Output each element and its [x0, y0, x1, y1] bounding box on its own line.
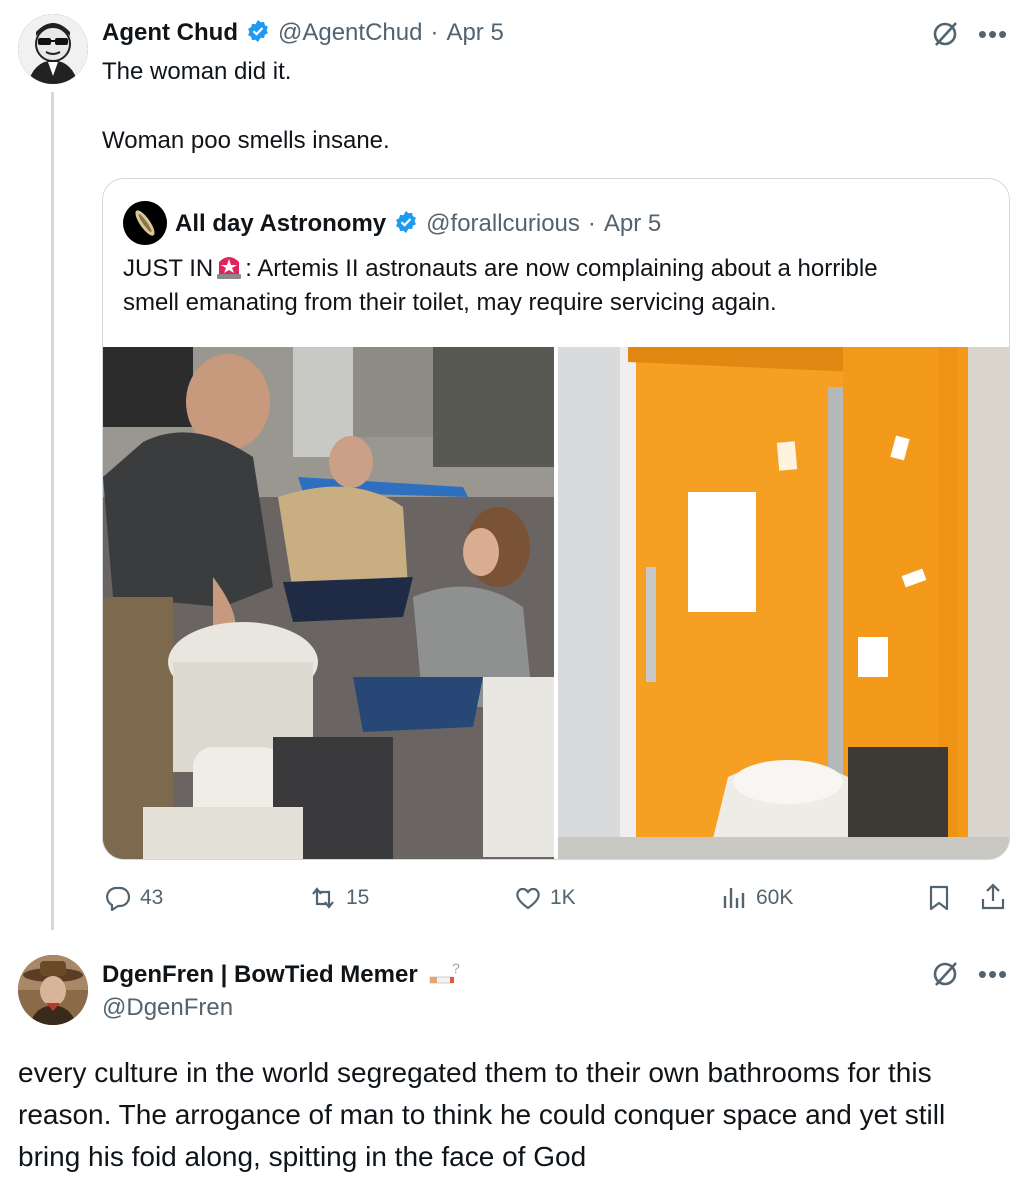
- quoted-tweet-card[interactable]: All day Astronomy @forallcurious · Apr 5…: [102, 178, 1010, 860]
- like-button[interactable]: 1K: [514, 882, 576, 914]
- quoted-text-line2: smell emanating from their toilet, may r…: [123, 289, 777, 316]
- verified-badge-icon: [246, 19, 270, 48]
- repost-button[interactable]: 15: [308, 882, 369, 914]
- quoted-author-handle: @forallcurious: [426, 210, 580, 237]
- author-handle[interactable]: @AgentChud: [278, 19, 422, 47]
- author-avatar[interactable]: [18, 14, 88, 84]
- reply-button[interactable]: 43: [104, 882, 163, 914]
- reply-count: 43: [140, 886, 164, 909]
- reply-text-line3: bring his foid along, spitting in the fa…: [18, 1141, 587, 1172]
- cowboy-avatar-icon: [18, 955, 88, 1025]
- analytics-icon: [723, 888, 745, 908]
- quoted-text-line1: JUST IN : Artemis II astronauts are now …: [123, 252, 878, 290]
- tweet-header: Agent Chud @AgentChud · Apr 5: [102, 16, 504, 50]
- reply-author-name[interactable]: DgenFren | BowTied Memer: [102, 961, 418, 989]
- quoted-author-avatar: [123, 201, 167, 245]
- quoted-separator-dot: ·: [587, 210, 596, 237]
- police-light-icon: [214, 252, 244, 290]
- author-name[interactable]: Agent Chud: [102, 19, 238, 47]
- reply-grok-icon[interactable]: [928, 958, 962, 990]
- masked-agent-avatar-icon: [18, 14, 88, 84]
- svg-text:?: ?: [452, 960, 460, 976]
- tweet-text-line2: Woman poo smells insane.: [102, 127, 390, 154]
- views-button[interactable]: 60K: [720, 882, 793, 914]
- reply-text: every culture in the world segregated th…: [18, 1052, 945, 1178]
- reply-icon: [106, 886, 131, 912]
- tweet-date[interactable]: Apr 5: [446, 19, 503, 47]
- cigarette-question-icon: ?: [428, 959, 462, 992]
- reply-author-avatar[interactable]: [18, 955, 88, 1025]
- reply-text-line1: every culture in the world segregated th…: [18, 1057, 932, 1088]
- repost-count: 15: [346, 886, 370, 909]
- quoted-tweet-date: Apr 5: [603, 210, 662, 237]
- share-icon[interactable]: [978, 880, 1008, 914]
- orion-toilet-compartment-photo[interactable]: [558, 347, 1009, 859]
- grok-icon[interactable]: [928, 18, 962, 50]
- quoted-text-line1-rest: : Artemis II astronauts are now complain…: [245, 255, 878, 282]
- bookmark-icon[interactable]: [924, 882, 954, 914]
- heart-icon: [516, 887, 540, 910]
- thread-connector-line: [51, 92, 54, 930]
- reply-more-options-icon[interactable]: •••: [976, 960, 1010, 988]
- quoted-tweet-header: All day Astronomy @forallcurious · Apr 5: [175, 207, 661, 241]
- separator-dot: ·: [430, 19, 439, 46]
- reply-text-line2: reason. The arrogance of man to think he…: [18, 1099, 946, 1130]
- views-count: 60K: [756, 886, 794, 909]
- quoted-verified-badge-icon: [394, 210, 418, 239]
- like-count: 1K: [550, 886, 576, 909]
- astronauts-inspecting-toilet-photo[interactable]: [103, 347, 554, 859]
- repost-icon: [312, 887, 334, 909]
- astronomy-logo-icon: [123, 201, 167, 245]
- reply-author-handle[interactable]: @DgenFren: [102, 994, 233, 1022]
- quoted-author-name: All day Astronomy: [175, 210, 387, 237]
- quoted-text-prefix: JUST IN: [123, 255, 214, 282]
- more-options-icon[interactable]: •••: [976, 20, 1010, 48]
- reply-header: DgenFren | BowTied Memer ?: [102, 958, 462, 992]
- tweet-text-line1: The woman did it.: [102, 58, 292, 85]
